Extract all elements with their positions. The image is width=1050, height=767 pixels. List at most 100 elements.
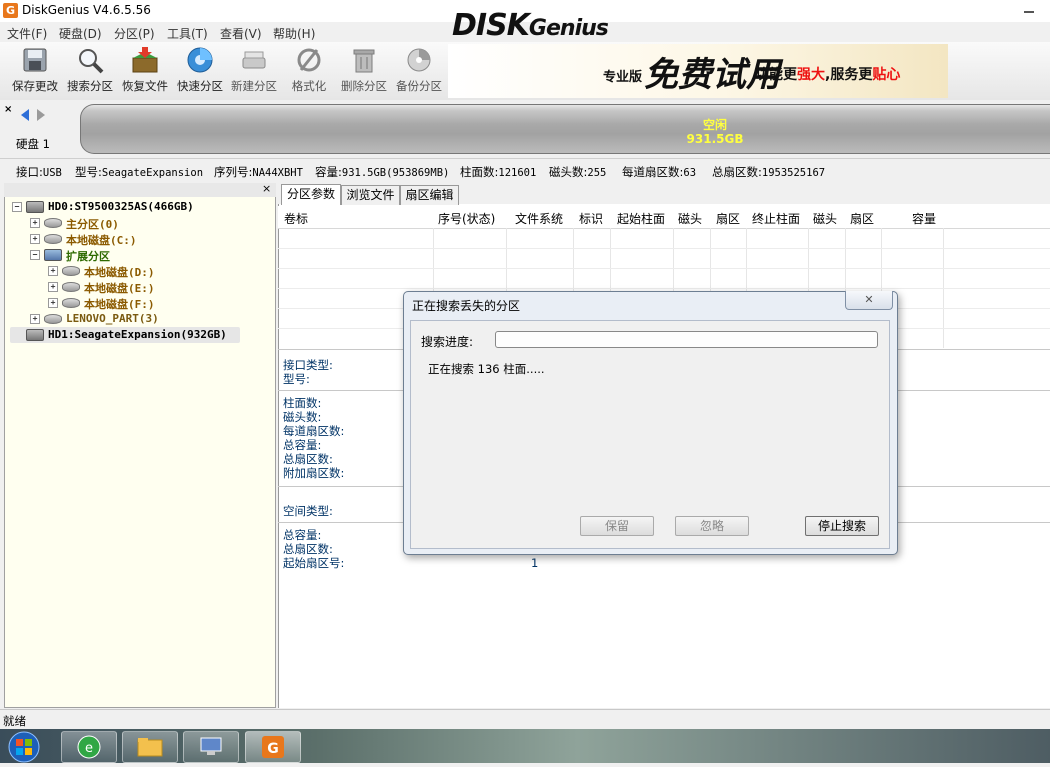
tree-item-lenovo-part[interactable]: + LENOVO_PART(3): [28, 311, 268, 327]
expand-icon[interactable]: +: [48, 298, 58, 308]
search-progress-bar: [495, 331, 878, 348]
status-text: 就绪: [3, 714, 26, 728]
new-partition-button[interactable]: 新建分区: [225, 46, 283, 98]
tree-item-e[interactable]: + 本地磁盘(E:): [46, 279, 268, 295]
search-status-text: 正在搜索 136 柱面.....: [428, 362, 545, 376]
prop-total-sectors-2: 总扇区数:: [283, 542, 333, 556]
tree-item-d[interactable]: + 本地磁盘(D:): [46, 263, 268, 279]
banner-logo: DISKGenius: [452, 8, 609, 43]
col-end-cylinder[interactable]: 终止柱面: [752, 210, 800, 227]
next-disk-icon[interactable]: [36, 108, 46, 125]
tree-item-primary[interactable]: + 主分区(0): [28, 215, 268, 231]
status-bar: [0, 709, 1050, 730]
tree-item-hd1[interactable]: HD1:SeagateExpansion(932GB): [10, 327, 240, 343]
prop-sectors-per-track: 每道扇区数:: [283, 424, 345, 438]
expand-icon[interactable]: +: [30, 234, 40, 244]
col-id[interactable]: 标识: [579, 210, 603, 227]
prev-disk-icon[interactable]: [20, 108, 30, 125]
col-end-sector[interactable]: 扇区: [850, 210, 874, 227]
info-model: 型号:SeagateExpansion: [75, 165, 204, 179]
disk-label: 硬盘 1: [16, 137, 50, 151]
folder-icon: [137, 738, 163, 757]
col-index-status[interactable]: 序号(状态): [438, 210, 495, 227]
prop-heads: 磁头数:: [283, 410, 322, 424]
hard-disk-icon: [26, 329, 44, 341]
extended-partition-icon: [44, 249, 62, 261]
tree-panel-header: ×: [4, 182, 276, 197]
trash-icon: [353, 49, 375, 73]
info-serial: 序列号:NA44XBHT: [214, 165, 303, 179]
grid-row-line: [278, 288, 1050, 289]
restore-files-button[interactable]: 恢复文件: [116, 46, 174, 98]
window-controls[interactable]: [1002, 2, 1042, 18]
prop-total-sectors: 总扇区数:: [283, 452, 333, 466]
prop-model: 型号:: [283, 372, 310, 386]
partition-table-header: 卷标 序号(状态) 文件系统 标识 起始柱面 磁头 扇区 终止柱面 磁头 扇区 …: [278, 206, 1050, 229]
info-cylinders: 柱面数:121601: [460, 165, 537, 179]
menu-view[interactable]: 查看(V): [220, 25, 262, 42]
col-end-head[interactable]: 磁头: [813, 210, 837, 227]
prop-interface-type: 接口类型:: [283, 358, 333, 372]
dialog-close-button[interactable]: ✕: [845, 291, 893, 310]
taskbar-diskgenius[interactable]: G: [245, 731, 301, 763]
info-total-sectors: 总扇区数:1953525167: [712, 165, 826, 179]
tab-sector-edit[interactable]: 扇区编辑: [400, 185, 459, 205]
save-changes-button[interactable]: 保存更改: [6, 46, 64, 98]
prop-cylinders: 柱面数:: [283, 396, 322, 410]
prop-start-sector: 起始扇区号:: [283, 556, 345, 570]
col-file-system[interactable]: 文件系统: [515, 210, 563, 227]
tab-partition-params[interactable]: 分区参数: [281, 184, 341, 205]
partition-icon: [62, 282, 80, 292]
disk-graph[interactable]: [80, 104, 1050, 154]
taskbar-browser[interactable]: e: [61, 731, 117, 763]
partition-icon: [62, 266, 80, 276]
close-icon[interactable]: ×: [4, 104, 12, 115]
stop-search-button[interactable]: 停止搜索: [805, 516, 879, 536]
expand-icon[interactable]: +: [30, 314, 40, 324]
col-start-head[interactable]: 磁头: [678, 210, 702, 227]
format-icon: [297, 48, 321, 72]
minimize-icon[interactable]: [1002, 2, 1042, 18]
col-capacity[interactable]: 容量: [912, 210, 936, 227]
taskbar-network[interactable]: [183, 731, 239, 763]
collapse-icon[interactable]: −: [12, 202, 22, 212]
col-start-sector[interactable]: 扇区: [716, 210, 740, 227]
prop-total-capacity-2: 总容量:: [283, 528, 322, 542]
menu-disk[interactable]: 硬盘(D): [59, 25, 102, 42]
col-volume-label[interactable]: 卷标: [284, 210, 308, 227]
prop-total-capacity: 总容量:: [283, 438, 322, 452]
delete-partition-button[interactable]: 删除分区: [335, 46, 393, 98]
quick-partition-button[interactable]: 快速分区: [171, 46, 229, 98]
app-icon: G: [3, 3, 18, 18]
backup-icon: [407, 48, 431, 72]
format-button[interactable]: 格式化: [280, 46, 338, 98]
menu-help[interactable]: 帮助(H): [273, 25, 315, 42]
start-button[interactable]: [4, 730, 44, 764]
tree-item-hd0[interactable]: − HD0:ST9500325AS(466GB): [10, 199, 270, 215]
close-tree-icon[interactable]: ×: [262, 182, 271, 195]
prop-start-sector-value: 1: [531, 556, 539, 570]
search-partition-button[interactable]: 搜索分区: [61, 46, 119, 98]
tree-item-extended[interactable]: − 扩展分区: [28, 247, 268, 263]
free-space-label: 空闲 931.5GB: [686, 118, 744, 146]
svg-text:G: G: [267, 741, 279, 757]
expand-icon[interactable]: +: [48, 282, 58, 292]
expand-icon[interactable]: +: [48, 266, 58, 276]
taskbar-explorer[interactable]: [122, 731, 178, 763]
disk-info-line: 接口:USB 型号:SeagateExpansion 序列号:NA44XBHT …: [0, 158, 1050, 181]
ignore-button[interactable]: 忽略: [675, 516, 749, 536]
menu-tools[interactable]: 工具(T): [167, 25, 208, 42]
tree-item-c[interactable]: + 本地磁盘(C:): [28, 231, 268, 247]
collapse-icon[interactable]: −: [30, 250, 40, 260]
partition-icon: [62, 298, 80, 308]
new-partition-icon: [242, 51, 266, 69]
info-sectors-per-track: 每道扇区数:63: [622, 165, 697, 179]
expand-icon[interactable]: +: [30, 218, 40, 228]
menu-file[interactable]: 文件(F): [7, 25, 47, 42]
col-start-cylinder[interactable]: 起始柱面: [617, 210, 665, 227]
keep-button[interactable]: 保留: [580, 516, 654, 536]
tree-item-f[interactable]: + 本地磁盘(F:): [46, 295, 268, 311]
backup-partition-button[interactable]: 备份分区: [390, 46, 448, 98]
tab-browse-files[interactable]: 浏览文件: [341, 185, 400, 205]
menu-partition[interactable]: 分区(P): [114, 25, 155, 42]
